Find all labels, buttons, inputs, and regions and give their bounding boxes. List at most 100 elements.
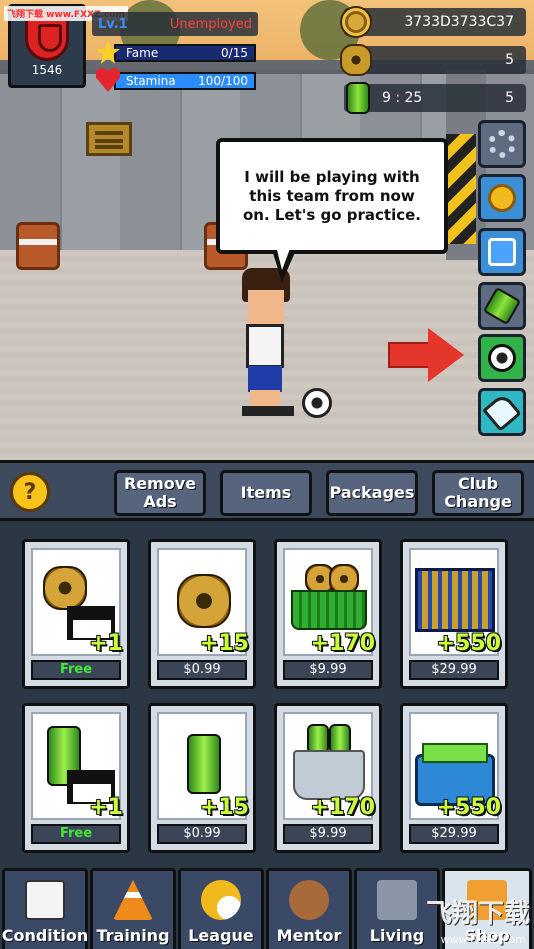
nav-label: Condition	[1, 926, 89, 945]
tab-label: Packages	[329, 483, 415, 502]
medal-icon	[488, 184, 516, 212]
tab-label: Club Change	[444, 474, 512, 511]
product-card-energy-170[interactable]: +170 $9.99	[274, 703, 382, 853]
energy-can-icon	[482, 286, 522, 326]
job-status: Unemployed	[169, 16, 252, 32]
tab-label: Remove Ads	[123, 474, 197, 511]
watermark-bottom-url: www.FXXZ.com	[440, 933, 526, 946]
stamina-value: 100/100	[198, 74, 248, 88]
product-card-energy-free[interactable]: +1 Free	[22, 703, 130, 853]
product-price: $9.99	[283, 660, 373, 680]
product-amount: +550	[436, 631, 501, 656]
bottom-nav: Condition Training League Mentor Living …	[0, 868, 534, 949]
boot-icon	[482, 392, 522, 432]
tab-club-change[interactable]: Club Change	[432, 470, 524, 516]
product-card-coins-15[interactable]: +15 $0.99	[148, 539, 256, 689]
question-icon: ?	[23, 479, 37, 505]
coin-counter[interactable]: 3733D3733C37	[340, 6, 526, 38]
watermark-bottom: 飞翔下载	[425, 899, 530, 929]
nav-league[interactable]: League	[178, 868, 264, 949]
product-card-energy-15[interactable]: +15 $0.99	[148, 703, 256, 853]
soccer-ball-icon	[488, 344, 516, 372]
player-shorts	[248, 366, 282, 392]
speech-bubble[interactable]: I will be playing with this team from no…	[216, 138, 448, 254]
shop-tab-bar: ? Remove Ads Items Packages Club Change	[0, 463, 534, 521]
trophy-icon	[201, 880, 241, 920]
product-amount: +170	[310, 795, 375, 820]
product-amount: +170	[310, 631, 375, 656]
energy-value: 5	[505, 90, 514, 106]
product-amount: +1	[89, 631, 123, 656]
stamina-bar: Stamina 100/100	[92, 68, 258, 92]
coin-value: 3733D3733C37	[404, 14, 514, 30]
energy-counter[interactable]: 9 : 25 5	[344, 82, 526, 114]
speech-bubble-tail	[272, 246, 296, 282]
speech-text: I will be playing with this team from no…	[242, 167, 422, 224]
energy-timer: 9 : 25	[382, 90, 423, 106]
product-card-coins-free[interactable]: +1 Free	[22, 539, 130, 689]
fame-bar: Fame 0/15	[92, 40, 258, 64]
product-price: $29.99	[409, 660, 499, 680]
gear-icon	[488, 130, 516, 158]
product-card-coins-170[interactable]: +170 $9.99	[274, 539, 382, 689]
nav-label: Mentor	[276, 926, 342, 945]
tab-remove-ads[interactable]: Remove Ads	[114, 470, 206, 516]
product-amount: +550	[436, 795, 501, 820]
nav-label: League	[188, 926, 254, 945]
energy-can-icon	[187, 734, 221, 794]
product-card-coins-550[interactable]: +550 $29.99	[400, 539, 508, 689]
settings-button[interactable]	[478, 120, 526, 168]
help-button[interactable]: ?	[10, 472, 50, 512]
nav-label: Training	[96, 926, 170, 945]
coin-icon	[43, 566, 87, 610]
coin-cage-icon	[415, 568, 495, 632]
stamina-track: Stamina 100/100	[114, 72, 256, 90]
product-price: $0.99	[157, 660, 247, 680]
nav-training[interactable]: Training	[90, 868, 176, 949]
player-face	[248, 290, 284, 324]
gem-value: 5	[505, 52, 514, 68]
coin-icon	[340, 6, 372, 38]
product-price: $9.99	[283, 824, 373, 844]
team-number: 1546	[31, 63, 63, 77]
fame-label: Fame	[126, 46, 159, 60]
coin-icon	[177, 574, 231, 628]
cone-icon	[113, 880, 153, 920]
product-amount: +1	[89, 795, 123, 820]
nav-mentor[interactable]: Mentor	[266, 868, 352, 949]
ice-bucket-icon	[293, 750, 365, 800]
stamina-label: Stamina	[126, 74, 176, 88]
product-price: $29.99	[409, 824, 499, 844]
level-bar: Lv.1 Unemployed	[92, 12, 258, 36]
product-price: $0.99	[157, 824, 247, 844]
equipment-button[interactable]	[478, 388, 526, 436]
arrow-right-icon	[388, 328, 464, 382]
people-icon	[289, 880, 329, 920]
product-amount: +15	[199, 795, 249, 820]
player-character[interactable]	[238, 268, 298, 418]
nav-condition[interactable]: Condition	[2, 868, 88, 949]
product-amount: +15	[199, 631, 249, 656]
nav-label: Living	[369, 926, 425, 945]
barrel	[16, 222, 60, 270]
house-icon	[377, 880, 417, 920]
player-shoes	[242, 406, 294, 416]
energy-drink-button[interactable]	[478, 282, 526, 330]
player-level: Lv.1	[98, 16, 128, 32]
podium-icon	[488, 238, 516, 266]
achievements-button[interactable]	[478, 174, 526, 222]
tab-items[interactable]: Items	[220, 470, 312, 516]
product-price: Free	[31, 660, 121, 680]
product-card-energy-550[interactable]: +550 $29.99	[400, 703, 508, 853]
tab-packages[interactable]: Packages	[326, 470, 418, 516]
ranking-button[interactable]	[478, 228, 526, 276]
gem-counter[interactable]: 5	[340, 44, 526, 76]
gem-icon	[340, 44, 372, 76]
clipboard-icon	[25, 880, 65, 920]
shop-panel: ? Remove Ads Items Packages Club Change …	[0, 460, 534, 949]
fame-track: Fame 0/15	[114, 44, 256, 62]
product-price: Free	[31, 824, 121, 844]
fame-value: 0/15	[221, 46, 248, 60]
match-button[interactable]	[478, 334, 526, 382]
tab-label: Items	[240, 483, 292, 502]
